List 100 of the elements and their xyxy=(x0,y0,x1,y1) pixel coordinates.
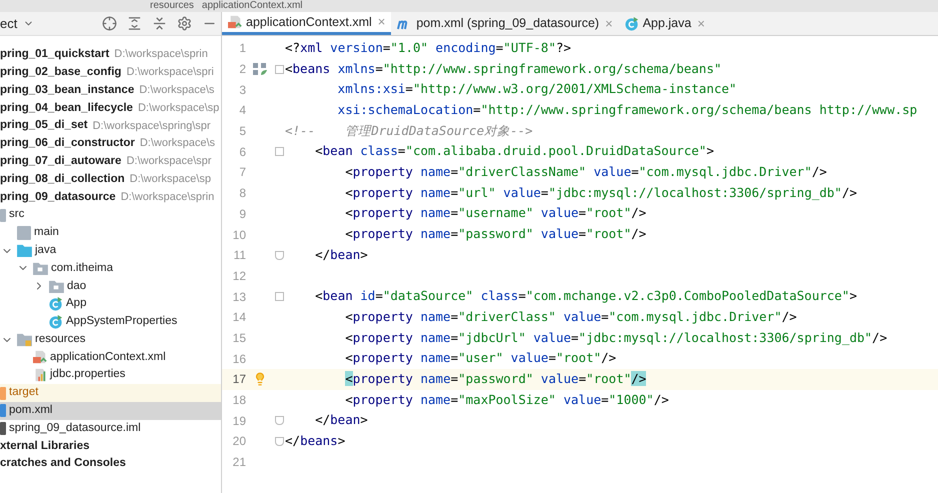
code-text: <property name="password" value="root"/> xyxy=(344,225,646,244)
tree-row[interactable]: pring_09_datasource D:\workspace\sprin xyxy=(0,188,221,206)
line-number: 11 xyxy=(232,247,246,264)
class-icon xyxy=(49,297,63,312)
tree-row[interactable]: java xyxy=(0,242,221,260)
line-number: 12 xyxy=(232,268,246,285)
tree-item-label[interactable]: target xyxy=(9,387,38,399)
fold-marker[interactable] xyxy=(274,416,284,426)
line-number: 8 xyxy=(238,185,246,202)
tree-item-label[interactable]: xternal Libraries xyxy=(0,440,90,452)
fold-marker[interactable] xyxy=(274,64,284,74)
tree-row[interactable]: target xyxy=(0,384,221,402)
tree-row[interactable]: cratches and Consoles xyxy=(0,455,221,474)
tree-item-label[interactable]: pring_07_di_autoware xyxy=(0,156,122,168)
line-number: 1 xyxy=(238,40,246,58)
tree-item-label[interactable]: resources xyxy=(35,334,86,346)
code-text: <property name="username" value="root"/> xyxy=(344,204,646,222)
tree-item-label[interactable]: com.itheima xyxy=(51,262,113,274)
tree-row[interactable]: pring_08_di_collection D:\workspace\sp xyxy=(0,170,221,188)
tree-row[interactable]: App xyxy=(0,295,221,313)
code-text: <property name="password" value="root"/> xyxy=(344,370,646,388)
code-text: </bean> xyxy=(314,411,368,430)
collapse-all-icon[interactable] xyxy=(152,16,167,31)
tree-row[interactable]: pom.xml xyxy=(0,402,221,420)
code-text: xmlns:xsi="http://www.w3.org/2001/XMLSchema-instance" xyxy=(336,80,737,98)
tree-item-label[interactable]: dao xyxy=(67,280,86,292)
project-path: D:\workspace\s xyxy=(139,84,214,96)
panel-title-dropdown[interactable]: ect xyxy=(0,14,34,34)
xml-file-icon xyxy=(33,350,47,364)
code-text: <property name="url" value="jdbc:mysql://localhost:3306/spring_db"/> xyxy=(344,184,858,202)
locate-icon[interactable] xyxy=(102,16,117,31)
tree-item-label[interactable]: cratches and Consoles xyxy=(0,458,126,470)
tree-item-label[interactable]: pring_08_di_collection xyxy=(0,174,125,186)
code-text: <property name="driverClass" value="com.mysql.jdbc.Driver"/> xyxy=(344,308,797,326)
tree-item-label[interactable]: pring_04_bean_lifecycle xyxy=(0,102,133,114)
project-path: D:\workspace\sp xyxy=(130,174,211,185)
tree-row[interactable]: pring_01_quickstart D:\workspace\sprin xyxy=(0,46,221,64)
breadcrumb-item[interactable]: resources xyxy=(150,1,194,11)
fold-marker[interactable] xyxy=(274,436,284,446)
project-path: D:\workspace\sp xyxy=(138,102,220,114)
tree-item-label[interactable]: App xyxy=(66,298,86,310)
class-icon xyxy=(624,16,639,30)
line-number: 2 xyxy=(238,61,246,78)
tree-item-label[interactable]: pring_01_quickstart xyxy=(0,49,110,61)
editor-tab[interactable]: applicationContext.xml × xyxy=(222,12,392,35)
tree-row[interactable]: com.itheima xyxy=(0,260,221,278)
tree-row[interactable]: applicationContext.xml xyxy=(0,348,221,366)
tree-row[interactable]: pring_04_bean_lifecycle D:\workspace\sp xyxy=(0,99,221,118)
tree-item-label[interactable]: src xyxy=(9,209,24,221)
code-text: xsi:schemaLocation="http://www.springframework.org/schema/beans http://www.sp xyxy=(336,101,918,120)
line-number: 18 xyxy=(232,392,246,410)
tree-row[interactable]: xternal Libraries xyxy=(0,438,221,456)
tree-item-label[interactable]: java xyxy=(35,244,56,256)
code-text: <bean id="dataSource" class="com.mchange.v2.c3p0.ComboPooledDataSource"> xyxy=(314,287,857,306)
editor-tab[interactable]: App.java × xyxy=(618,12,711,35)
tree-row[interactable]: main xyxy=(0,224,221,242)
tree-row[interactable]: pring_03_bean_instance D:\workspace\s xyxy=(0,82,221,100)
tree-item-label[interactable]: pom.xml xyxy=(9,405,52,417)
line-number: 14 xyxy=(232,309,246,326)
editor-tab[interactable]: pom.xml (spring_09_datasource) × xyxy=(391,12,619,35)
project-path: D:\workspace\spring\spr xyxy=(92,120,211,132)
line-number: 20 xyxy=(232,433,246,450)
line-number: 17 xyxy=(232,371,246,388)
line-number: 13 xyxy=(232,288,246,306)
tree-item-label[interactable]: pring_09_datasource xyxy=(0,192,116,204)
tree-item-label[interactable]: AppSystemProperties xyxy=(66,316,178,328)
tree-item-label[interactable]: jdbc.properties xyxy=(50,369,126,381)
tree-row[interactable]: pring_07_di_autoware D:\workspace\spr xyxy=(0,152,221,171)
fold-marker[interactable] xyxy=(274,292,284,302)
code-text: <property name="maxPoolSize" value="1000"/> xyxy=(344,390,669,409)
tree-item-label[interactable]: pring_05_di_set xyxy=(0,120,88,132)
code-text: <property name="driverClassName" value="com.mysql.jdbc.Driver"/> xyxy=(344,163,827,182)
tree-row[interactable]: src xyxy=(0,206,221,224)
tree-row[interactable]: pring_06_di_constructor D:\workspace\s xyxy=(0,134,221,153)
tree-row[interactable]: spring_09_datasource.iml xyxy=(0,420,221,438)
tree-item-label[interactable]: applicationContext.xml xyxy=(50,352,166,364)
breadcrumb-item[interactable]: applicationContext.xml xyxy=(202,1,303,11)
fold-marker[interactable] xyxy=(274,250,284,260)
tree-item-label[interactable]: main xyxy=(34,227,59,239)
tree-row[interactable]: AppSystemProperties xyxy=(0,312,221,331)
line-number: 10 xyxy=(232,226,246,244)
tree-row[interactable]: pring_05_di_set D:\workspace\spring\spr xyxy=(0,117,221,135)
tree-row[interactable]: pring_02_base_config D:\workspace\spri xyxy=(0,64,221,82)
tree-row[interactable]: dao xyxy=(0,277,221,296)
properties-file-icon xyxy=(33,368,47,382)
fold-marker[interactable] xyxy=(274,147,284,156)
expand-all-icon[interactable] xyxy=(127,16,142,31)
tree-item-label[interactable]: pring_06_di_constructor xyxy=(0,138,135,150)
xml-file-icon xyxy=(228,15,242,29)
class-icon xyxy=(49,314,63,329)
line-number: 5 xyxy=(238,123,246,140)
tree-row[interactable]: resources xyxy=(0,330,221,349)
settings-icon[interactable] xyxy=(177,16,192,31)
code-text: <?xml version="1.0" encoding="UTF-8"?> xyxy=(284,38,572,57)
code-text: <bean class="com.alibaba.druid.pool.DruidDataSource"> xyxy=(314,142,714,160)
tree-item-label[interactable]: spring_09_datasource.iml xyxy=(9,422,141,434)
tree-item-label[interactable]: pring_03_bean_instance xyxy=(0,84,134,96)
tree-row[interactable]: jdbc.properties xyxy=(0,366,221,384)
bean-gutter-icon[interactable] xyxy=(253,63,267,76)
tree-item-label[interactable]: pring_02_base_config xyxy=(0,66,122,78)
